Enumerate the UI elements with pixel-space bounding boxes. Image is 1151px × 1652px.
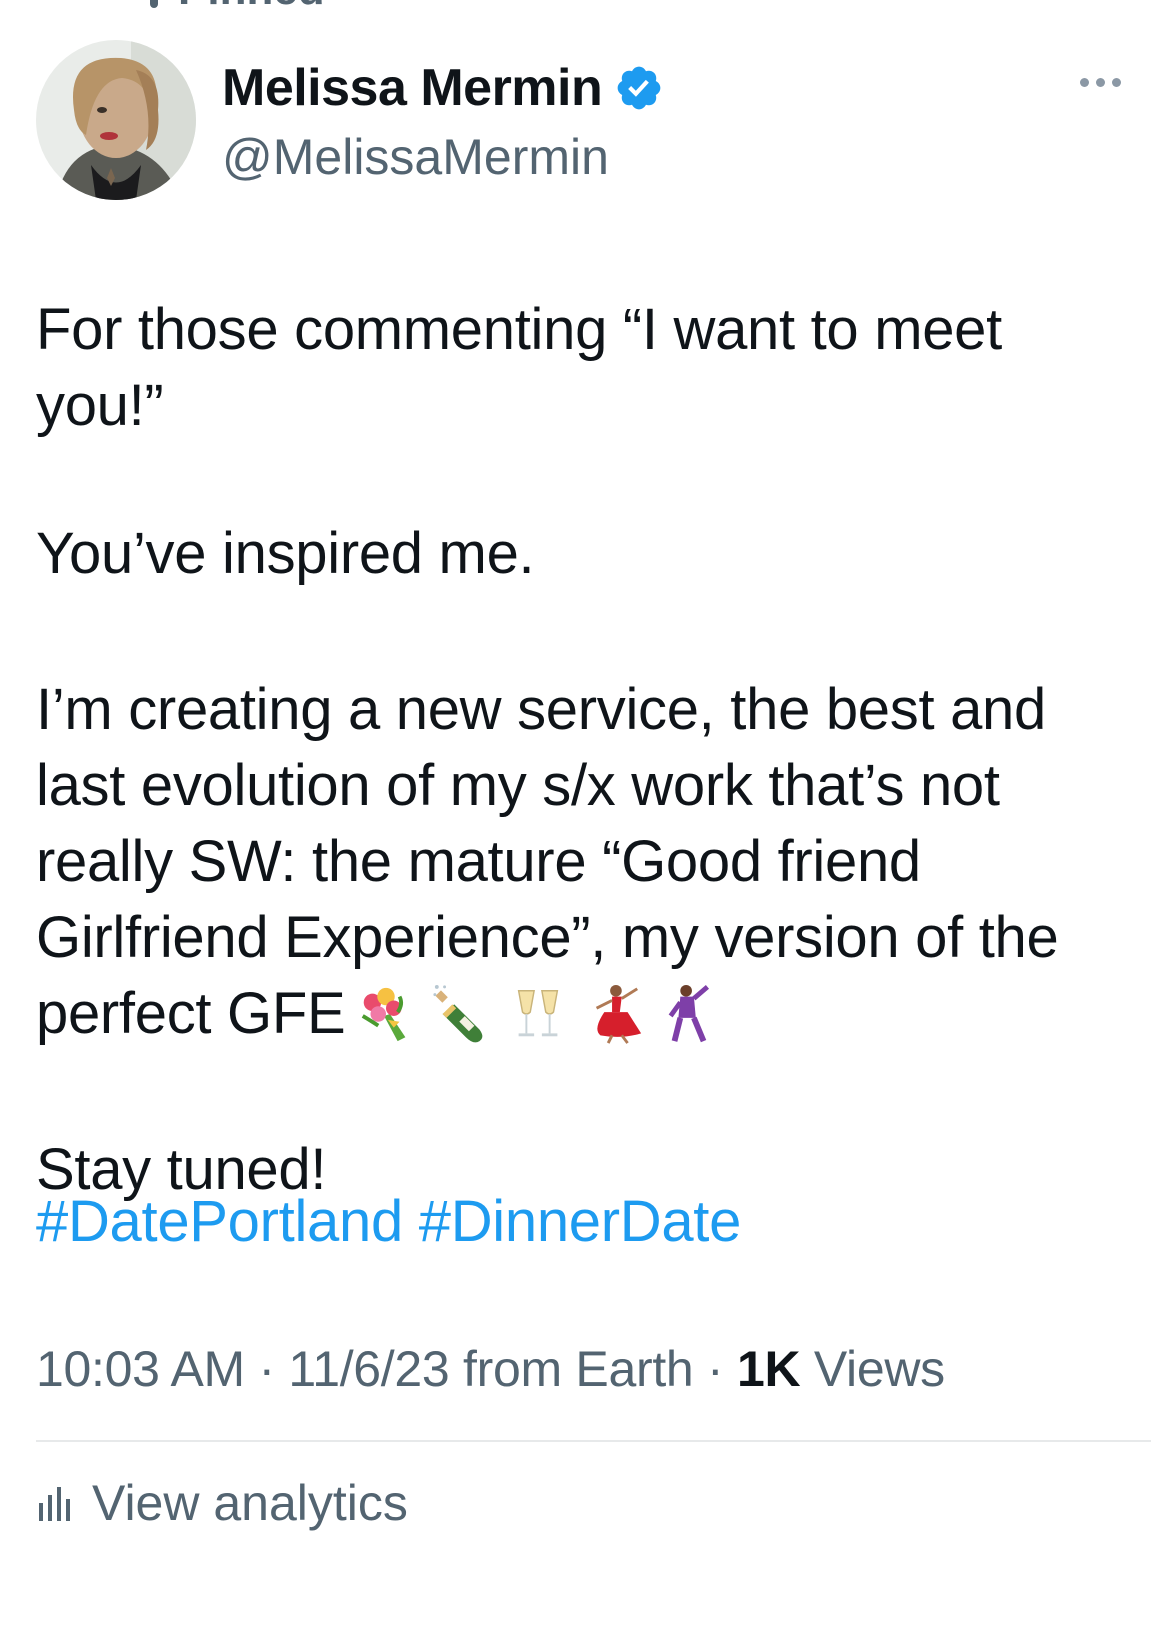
champagne-bottle-icon: [433, 984, 483, 1043]
meta-separator: ·: [693, 1341, 737, 1397]
tweet-line-with-emojis: perfect GFE: [36, 974, 1136, 1054]
tweet-line: really SW: the mature “Good friend: [36, 829, 921, 894]
emoji-row: [355, 983, 721, 1045]
tweet-line: perfect GFE: [36, 981, 346, 1046]
bouquet-icon: [362, 987, 406, 1041]
clinking-glasses-icon: [518, 989, 559, 1036]
tweet-text: For those commenting “I want to meet you…: [36, 290, 1136, 1262]
views-label: Views: [800, 1341, 945, 1397]
tweet-line: You’ve inspired me.: [36, 521, 535, 586]
tweet-line: you!”: [36, 373, 164, 438]
hashtags-row: #DatePortland #DinnerDate: [36, 1182, 1136, 1262]
tweet-line: last evolution of my s/x work that’s not: [36, 753, 1000, 818]
tweet-source: from Earth: [449, 1341, 694, 1397]
handle[interactable]: @MelissaMermin: [222, 128, 664, 186]
name-row: Melissa Mermin: [222, 58, 664, 118]
view-analytics-label: View analytics: [92, 1475, 408, 1531]
hashtag-link[interactable]: #DinnerDate: [419, 1189, 742, 1254]
more-options-icon[interactable]: [1080, 78, 1121, 87]
display-name[interactable]: Melissa Mermin: [222, 58, 603, 118]
pin-icon: [150, 0, 158, 8]
divider: [36, 1440, 1151, 1442]
tweet-line: Girlfriend Experience”, my version of th…: [36, 905, 1059, 970]
tweet-line: I’m creating a new service, the best and: [36, 677, 1046, 742]
author-block: Melissa Mermin @MelissaMermin: [222, 58, 664, 186]
dancing-woman-icon: [596, 984, 642, 1044]
pinned-label-row: Pinned: [150, 0, 325, 14]
pinned-label: Pinned: [178, 0, 325, 15]
avatar-image: [36, 40, 196, 200]
analytics-bar-chart-icon: [39, 1487, 70, 1521]
tweet-time[interactable]: 10:03 AM: [36, 1341, 245, 1397]
view-analytics-button[interactable]: View analytics: [36, 1474, 408, 1532]
hashtag-link[interactable]: #DatePortland: [36, 1189, 403, 1254]
verified-badge-icon: [617, 66, 661, 110]
tweet-date[interactable]: 11/6/23: [288, 1341, 449, 1397]
tweet-line: For those commenting “I want to meet: [36, 297, 1002, 362]
avatar[interactable]: [36, 40, 196, 200]
dancing-man-icon: [669, 984, 710, 1042]
tweet-metadata: 10:03 AM · 11/6/23 from Earth · 1K Views: [36, 1340, 945, 1398]
views-count: 1K: [736, 1341, 801, 1397]
meta-separator: ·: [244, 1341, 289, 1397]
